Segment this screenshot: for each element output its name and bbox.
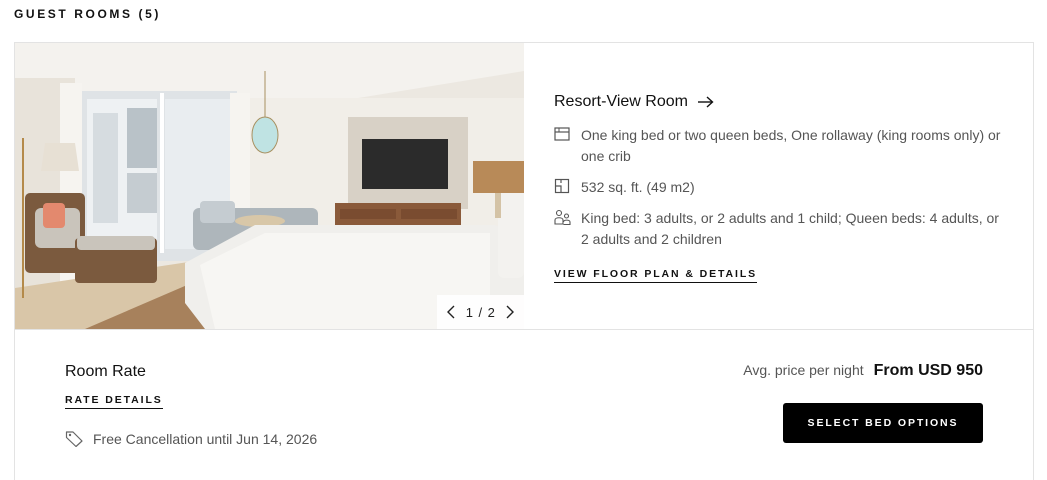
room-name-link[interactable]: Resort-View Room xyxy=(554,93,1004,111)
tag-icon xyxy=(65,430,84,448)
divider xyxy=(15,329,1033,330)
room-details: Resort-View Room One king bed or two que… xyxy=(554,93,1004,283)
rate-details-link[interactable]: RATE DETAILS xyxy=(65,394,163,409)
floor-plan-icon xyxy=(554,178,572,196)
feature-beds: One king bed or two queen beds, One roll… xyxy=(554,125,1004,167)
feature-occupancy-text: King bed: 3 adults, or 2 adults and 1 ch… xyxy=(581,210,999,247)
room-photo-image xyxy=(15,43,524,329)
avg-price-label: Avg. price per night xyxy=(743,362,864,378)
room-name: Resort-View Room xyxy=(554,93,688,110)
gallery-current: 1 xyxy=(465,304,474,320)
feature-size-text: 532 sq. ft. (49 m2) xyxy=(581,179,695,195)
guests-icon xyxy=(554,209,572,227)
gallery-separator: / xyxy=(478,304,483,320)
cancellation-policy: Free Cancellation until Jun 14, 2026 xyxy=(65,430,318,448)
select-bed-options-button[interactable]: SELECT BED OPTIONS xyxy=(783,403,983,443)
cancellation-text: Free Cancellation until Jun 14, 2026 xyxy=(93,430,318,447)
gallery-pager: 1 / 2 xyxy=(437,295,524,329)
room-photo[interactable]: 1 / 2 xyxy=(15,43,524,329)
gallery-counter: 1 / 2 xyxy=(466,305,496,320)
room-card: 1 / 2 Resort-View Room One king bed or t… xyxy=(14,42,1034,480)
section-title: GUEST ROOMS (5) xyxy=(14,7,162,21)
gallery-total: 2 xyxy=(487,304,496,320)
chevron-left-icon[interactable] xyxy=(444,304,458,320)
chevron-right-icon[interactable] xyxy=(503,304,517,320)
rate-title: Room Rate xyxy=(65,363,146,380)
floor-plan-link[interactable]: VIEW FLOOR PLAN & DETAILS xyxy=(554,268,758,283)
feature-beds-text: One king bed or two queen beds, One roll… xyxy=(581,127,1001,164)
feature-size: 532 sq. ft. (49 m2) xyxy=(554,177,1004,198)
arrow-right-icon xyxy=(697,96,714,108)
price-block: Avg. price per night From USD 950 xyxy=(743,362,983,380)
feature-occupancy: King bed: 3 adults, or 2 adults and 1 ch… xyxy=(554,208,1004,250)
bed-icon xyxy=(554,126,572,144)
price-amount: From USD 950 xyxy=(873,362,983,379)
